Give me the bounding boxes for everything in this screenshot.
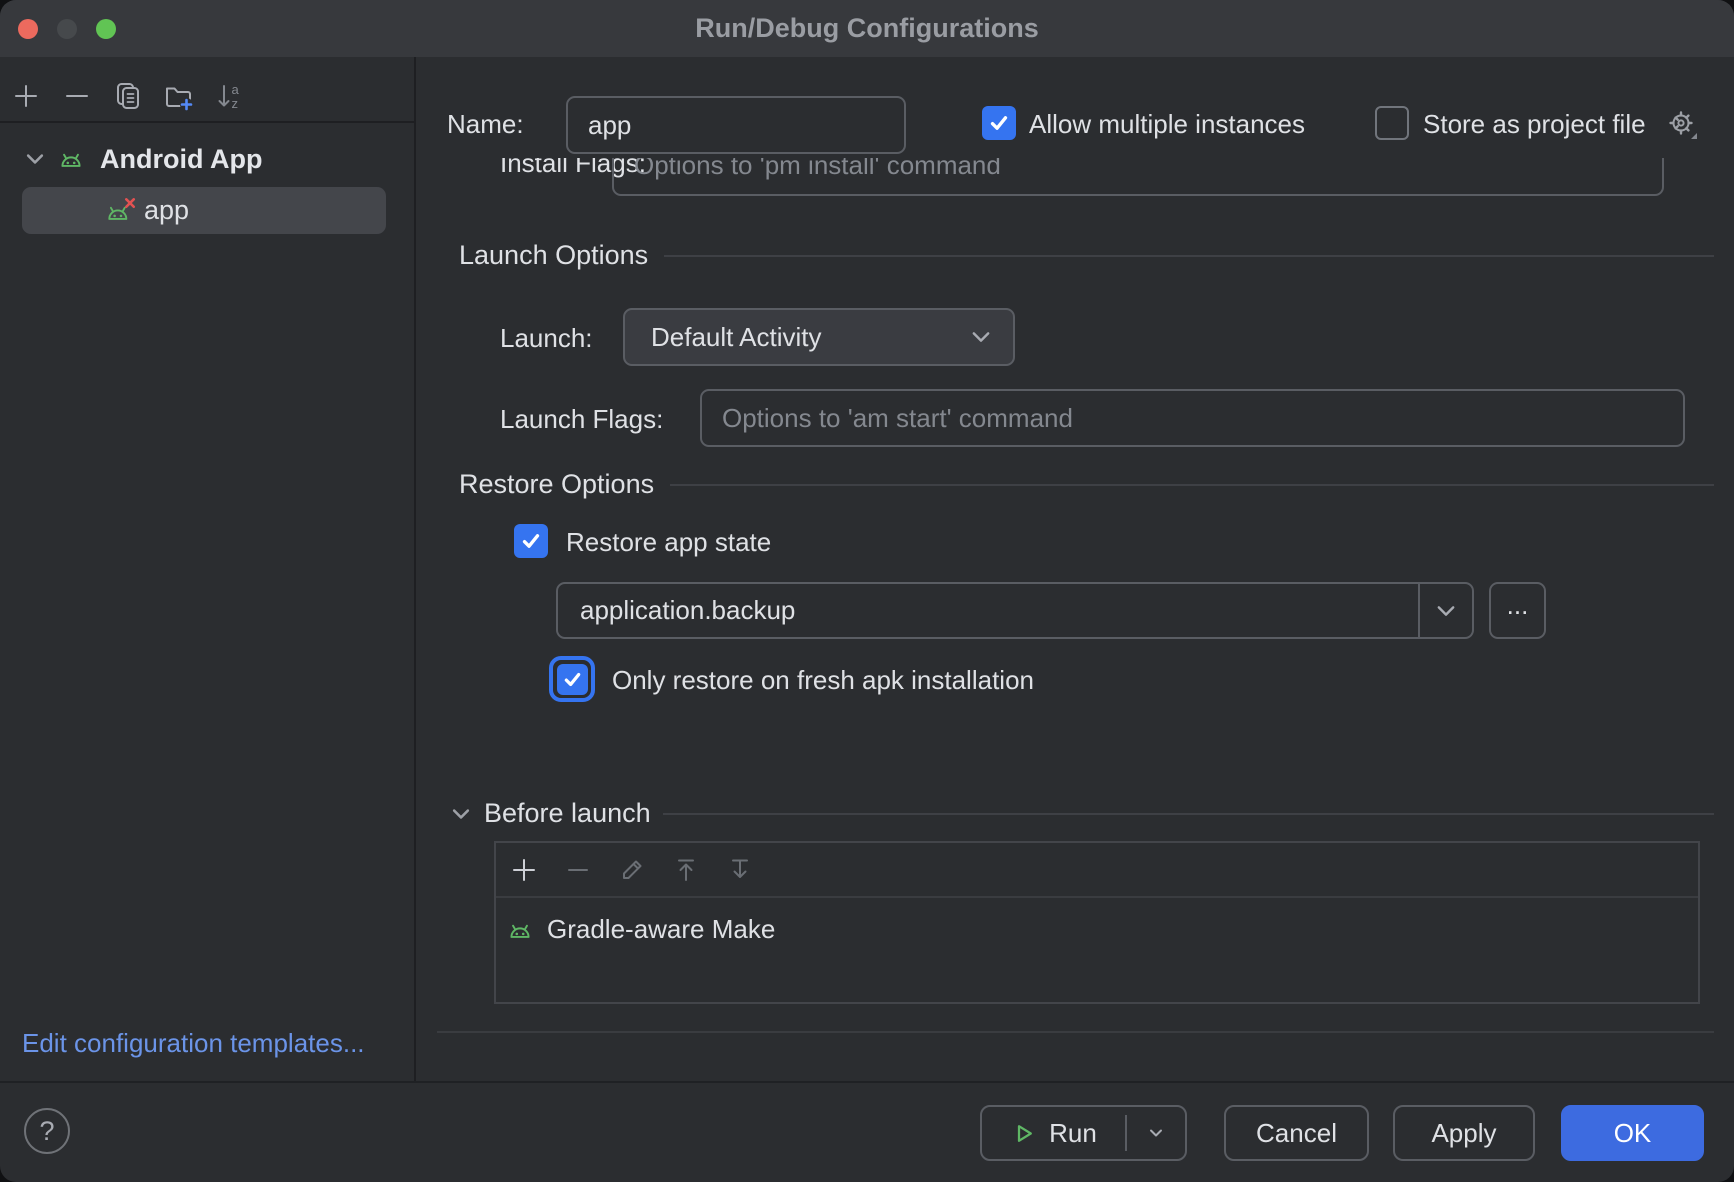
remove-configuration-icon[interactable] [61, 78, 93, 114]
allow-multiple-instances-checkbox[interactable] [982, 106, 1016, 140]
check-icon [520, 530, 542, 552]
sort-alphabetically-icon[interactable]: a z [214, 78, 246, 114]
combobox-dropdown-button[interactable] [1418, 584, 1472, 637]
name-input[interactable] [566, 96, 906, 154]
launch-label: Launch: [500, 323, 593, 354]
svg-text:a: a [232, 82, 240, 97]
before-launch-section: Before launch [450, 798, 1714, 829]
section-divider-line [664, 255, 1714, 257]
browse-button[interactable]: ... [1489, 582, 1546, 639]
run-button-label: Run [1049, 1118, 1097, 1149]
add-task-icon[interactable] [508, 852, 540, 888]
new-folder-icon[interactable] [163, 78, 195, 114]
chevron-down-icon [1434, 599, 1458, 623]
store-as-project-file-checkbox[interactable] [1375, 106, 1409, 140]
install-flags-row-clipped: Install Flags: [416, 158, 1734, 204]
launch-flags-input[interactable] [700, 389, 1685, 447]
help-button[interactable]: ? [24, 1108, 70, 1154]
titlebar: Run/Debug Configurations [0, 0, 1734, 57]
restore-app-state-checkbox[interactable] [514, 524, 548, 558]
move-task-up-icon[interactable] [670, 852, 702, 888]
svg-text:z: z [232, 96, 239, 111]
restore-options-title: Restore Options [459, 469, 654, 500]
android-icon [56, 145, 86, 173]
cancel-button[interactable]: Cancel [1224, 1105, 1369, 1161]
install-flags-input[interactable] [612, 158, 1664, 196]
tree-group-android-app[interactable]: Android App [24, 136, 262, 182]
section-divider-line [663, 813, 1714, 815]
launch-options-section: Launch Options [459, 240, 1714, 271]
chevron-down-icon[interactable] [24, 148, 46, 170]
before-launch-title: Before launch [484, 798, 651, 829]
tree-group-label: Android App [100, 144, 262, 175]
chevron-down-icon [1146, 1123, 1166, 1143]
launch-mode-dropdown[interactable]: Default Activity [623, 308, 1015, 366]
backup-file-value: application.backup [558, 584, 1418, 637]
before-launch-toolbar [496, 843, 1698, 898]
launch-mode-value: Default Activity [651, 322, 969, 353]
android-icon [505, 916, 535, 944]
form-bottom-separator [437, 1031, 1714, 1033]
ok-button[interactable]: OK [1561, 1105, 1704, 1161]
chevron-down-icon [969, 325, 993, 349]
run-debug-configurations-dialog: Run/Debug Configurations [0, 0, 1734, 1182]
run-split-button[interactable]: Run [980, 1105, 1187, 1161]
restore-app-state-label[interactable]: Restore app state [566, 527, 771, 558]
before-launch-task-panel: Gradle-aware Make [494, 841, 1700, 1004]
restore-options-section: Restore Options [459, 469, 1714, 500]
check-icon [988, 112, 1010, 134]
footer-separator [0, 1081, 1734, 1083]
only-fresh-install-label[interactable]: Only restore on fresh apk installation [612, 665, 1034, 696]
tree-item-app-selected[interactable]: app [22, 187, 386, 234]
sidebar-toolbar-separator [0, 121, 414, 123]
launch-options-title: Launch Options [459, 240, 648, 271]
check-icon [562, 669, 583, 690]
edit-task-icon[interactable] [616, 852, 648, 888]
store-as-project-file-label[interactable]: Store as project file [1423, 109, 1646, 140]
before-launch-task-row[interactable]: Gradle-aware Make [496, 898, 1698, 945]
section-divider-line [670, 484, 1714, 486]
edit-configuration-templates-link[interactable]: Edit configuration templates... [22, 1028, 365, 1059]
sidebar-divider [414, 57, 416, 1081]
configurations-toolbar: a z [10, 78, 246, 114]
remove-task-icon[interactable] [562, 852, 594, 888]
move-task-down-icon[interactable] [724, 852, 756, 888]
play-icon [1010, 1120, 1037, 1147]
apply-button[interactable]: Apply [1393, 1105, 1535, 1161]
chevron-down-icon[interactable] [450, 803, 472, 825]
task-label: Gradle-aware Make [547, 914, 775, 945]
run-options-chevron[interactable] [1127, 1107, 1185, 1159]
launch-flags-label: Launch Flags: [500, 404, 663, 435]
name-label: Name: [447, 109, 524, 140]
only-fresh-install-checkbox-focused[interactable] [549, 656, 595, 702]
window-title: Run/Debug Configurations [0, 0, 1734, 57]
store-settings-gear-icon[interactable] [1664, 106, 1700, 147]
copy-configuration-icon[interactable] [112, 78, 144, 114]
allow-multiple-instances-label[interactable]: Allow multiple instances [1029, 109, 1305, 140]
add-configuration-icon[interactable] [10, 78, 42, 114]
run-button[interactable]: Run [982, 1107, 1125, 1159]
tree-item-label: app [144, 195, 189, 226]
backup-file-combobox[interactable]: application.backup [556, 582, 1474, 639]
android-error-icon [104, 196, 138, 226]
